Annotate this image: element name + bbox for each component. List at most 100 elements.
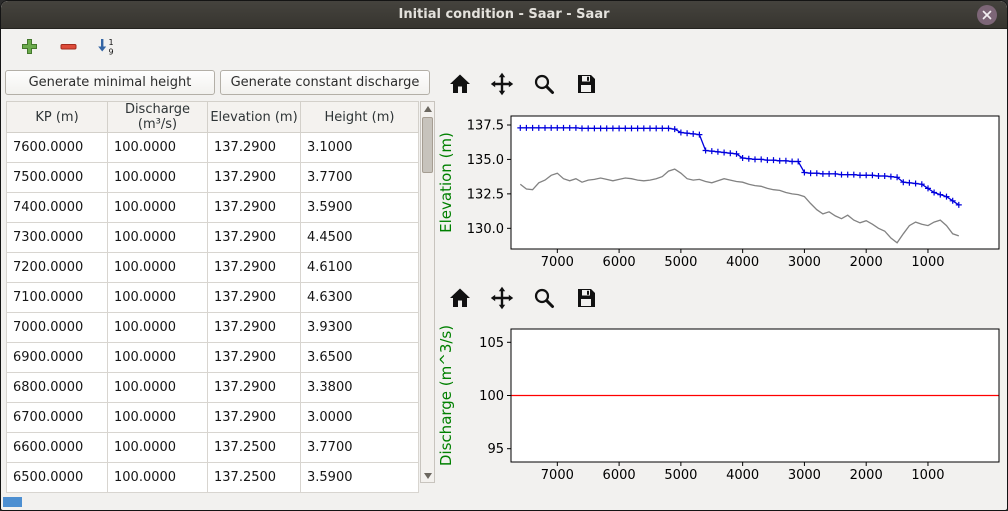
scrollbar-up-arrow[interactable] bbox=[421, 102, 434, 115]
table-row: 6500.0000100.0000137.25003.5900 bbox=[7, 463, 419, 493]
elevation-plot-toolbar bbox=[435, 63, 1007, 104]
remove-row-button[interactable] bbox=[56, 35, 80, 59]
table-cell[interactable]: 3.1000 bbox=[301, 133, 419, 163]
table-cell[interactable]: 4.6300 bbox=[301, 283, 419, 313]
table-cell[interactable]: 100.0000 bbox=[108, 463, 208, 493]
table-cell[interactable]: 7500.0000 bbox=[7, 163, 108, 193]
table-row: 7200.0000100.0000137.29004.6100 bbox=[7, 253, 419, 283]
svg-text:130.0: 130.0 bbox=[467, 222, 504, 237]
table-cell[interactable]: 100.0000 bbox=[108, 163, 208, 193]
table-cell[interactable]: 100.0000 bbox=[108, 343, 208, 373]
table-cell[interactable]: 137.2900 bbox=[208, 253, 301, 283]
plus-icon bbox=[21, 38, 38, 55]
table-cell[interactable]: 6900.0000 bbox=[7, 343, 108, 373]
add-row-button[interactable] bbox=[17, 35, 41, 59]
generate-minimal-height-button[interactable]: Generate minimal height bbox=[5, 70, 215, 95]
table-cell[interactable]: 137.2900 bbox=[208, 373, 301, 403]
table-cell[interactable]: 6800.0000 bbox=[7, 373, 108, 403]
home-icon bbox=[448, 72, 472, 96]
table-cell[interactable]: 7300.0000 bbox=[7, 223, 108, 253]
table-cell[interactable]: 7200.0000 bbox=[7, 253, 108, 283]
table-cell[interactable]: 4.6100 bbox=[301, 253, 419, 283]
table-cell[interactable]: 137.2900 bbox=[208, 283, 301, 313]
table-cell[interactable]: 100.0000 bbox=[108, 253, 208, 283]
table-cell[interactable]: 137.2900 bbox=[208, 163, 301, 193]
table-cell[interactable]: 3.7700 bbox=[301, 163, 419, 193]
table-cell[interactable]: 6700.0000 bbox=[7, 403, 108, 433]
table-cell[interactable]: 3.6500 bbox=[301, 343, 419, 373]
table-row: 6900.0000100.0000137.29003.6500 bbox=[7, 343, 419, 373]
svg-text:Discharge (m^3/s): Discharge (m^3/s) bbox=[437, 325, 455, 466]
table-cell[interactable]: 137.2500 bbox=[208, 433, 301, 463]
elevation-save-button[interactable] bbox=[573, 71, 599, 97]
table-cell[interactable]: 100.0000 bbox=[108, 193, 208, 223]
initial-condition-window: Initial condition - Saar - Saar 1 9 bbox=[0, 0, 1008, 511]
window-title: Initial condition - Saar - Saar bbox=[398, 7, 609, 22]
table-cell[interactable]: 7100.0000 bbox=[7, 283, 108, 313]
table-cell[interactable]: 100.0000 bbox=[108, 373, 208, 403]
table-cell[interactable]: 100.0000 bbox=[108, 133, 208, 163]
table-row: 7300.0000100.0000137.29004.4500 bbox=[7, 223, 419, 253]
column-header[interactable]: Height (m) bbox=[301, 102, 419, 133]
table-cell[interactable]: 4.4500 bbox=[301, 223, 419, 253]
initial-condition-table: KP (m)Discharge (m³/s)Elevation (m)Heigh… bbox=[6, 101, 419, 493]
table-cell[interactable]: 100.0000 bbox=[108, 313, 208, 343]
table-cell[interactable]: 100.0000 bbox=[108, 403, 208, 433]
elevation-chart[interactable]: 7000600050004000300020001000130.0132.513… bbox=[435, 104, 1005, 279]
discharge-home-button[interactable] bbox=[447, 285, 473, 311]
table-cell[interactable]: 7600.0000 bbox=[7, 133, 108, 163]
magnifier-icon bbox=[532, 72, 556, 96]
discharge-save-button[interactable] bbox=[573, 285, 599, 311]
table-cell[interactable]: 7400.0000 bbox=[7, 193, 108, 223]
elevation-home-button[interactable] bbox=[447, 71, 473, 97]
table-cell[interactable]: 137.2900 bbox=[208, 193, 301, 223]
table-cell[interactable]: 137.2900 bbox=[208, 133, 301, 163]
table-cell[interactable]: 3.0000 bbox=[301, 403, 419, 433]
titlebar[interactable]: Initial condition - Saar - Saar bbox=[1, 1, 1007, 29]
svg-text:135.0: 135.0 bbox=[467, 153, 504, 168]
svg-text:132.5: 132.5 bbox=[467, 187, 504, 202]
table-cell[interactable]: 3.9300 bbox=[301, 313, 419, 343]
svg-text:3000: 3000 bbox=[788, 255, 821, 270]
close-button[interactable] bbox=[977, 5, 997, 25]
table-cell[interactable]: 6500.0000 bbox=[7, 463, 108, 493]
table-cell[interactable]: 6600.0000 bbox=[7, 433, 108, 463]
triangle-down-icon bbox=[424, 473, 432, 479]
table-cell[interactable]: 100.0000 bbox=[108, 433, 208, 463]
table-row: 6600.0000100.0000137.25003.7700 bbox=[7, 433, 419, 463]
plots-pane: 7000600050004000300020001000130.0132.513… bbox=[435, 63, 1007, 510]
table-cell[interactable]: 7000.0000 bbox=[7, 313, 108, 343]
table-cell[interactable]: 3.5900 bbox=[301, 463, 419, 493]
generate-constant-discharge-button[interactable]: Generate constant discharge bbox=[220, 70, 430, 95]
table-cell[interactable]: 137.2900 bbox=[208, 343, 301, 373]
elevation-zoom-button[interactable] bbox=[531, 71, 557, 97]
minus-icon bbox=[60, 38, 77, 55]
column-header[interactable]: KP (m) bbox=[7, 102, 108, 133]
table-row: 6800.0000100.0000137.29003.3800 bbox=[7, 373, 419, 403]
table-cell[interactable]: 3.5900 bbox=[301, 193, 419, 223]
svg-text:4000: 4000 bbox=[726, 255, 759, 270]
table-cell[interactable]: 100.0000 bbox=[108, 223, 208, 253]
svg-text:5000: 5000 bbox=[664, 255, 697, 270]
discharge-zoom-button[interactable] bbox=[531, 285, 557, 311]
discharge-chart[interactable]: 700060005000400030002000100095100105Disc… bbox=[435, 317, 1005, 492]
table-cell[interactable]: 137.2900 bbox=[208, 313, 301, 343]
table-cell[interactable]: 100.0000 bbox=[108, 283, 208, 313]
table-vertical-scrollbar[interactable] bbox=[420, 101, 435, 483]
svg-text:3000: 3000 bbox=[788, 468, 821, 483]
table-cell[interactable]: 3.7700 bbox=[301, 433, 419, 463]
discharge-pan-button[interactable] bbox=[489, 285, 515, 311]
sort-button[interactable]: 1 9 bbox=[95, 35, 119, 59]
scrollbar-thumb[interactable] bbox=[422, 117, 433, 173]
column-header[interactable]: Elevation (m) bbox=[208, 102, 301, 133]
triangle-up-icon bbox=[424, 106, 432, 112]
column-header[interactable]: Discharge (m³/s) bbox=[108, 102, 208, 133]
scrollbar-down-arrow[interactable] bbox=[421, 469, 434, 482]
elevation-pan-button[interactable] bbox=[489, 71, 515, 97]
table-cell[interactable]: 137.2900 bbox=[208, 223, 301, 253]
table-row: 7000.0000100.0000137.29003.9300 bbox=[7, 313, 419, 343]
table-cell[interactable]: 137.2900 bbox=[208, 403, 301, 433]
svg-text:7000: 7000 bbox=[541, 255, 574, 270]
table-cell[interactable]: 3.3800 bbox=[301, 373, 419, 403]
table-cell[interactable]: 137.2500 bbox=[208, 463, 301, 493]
